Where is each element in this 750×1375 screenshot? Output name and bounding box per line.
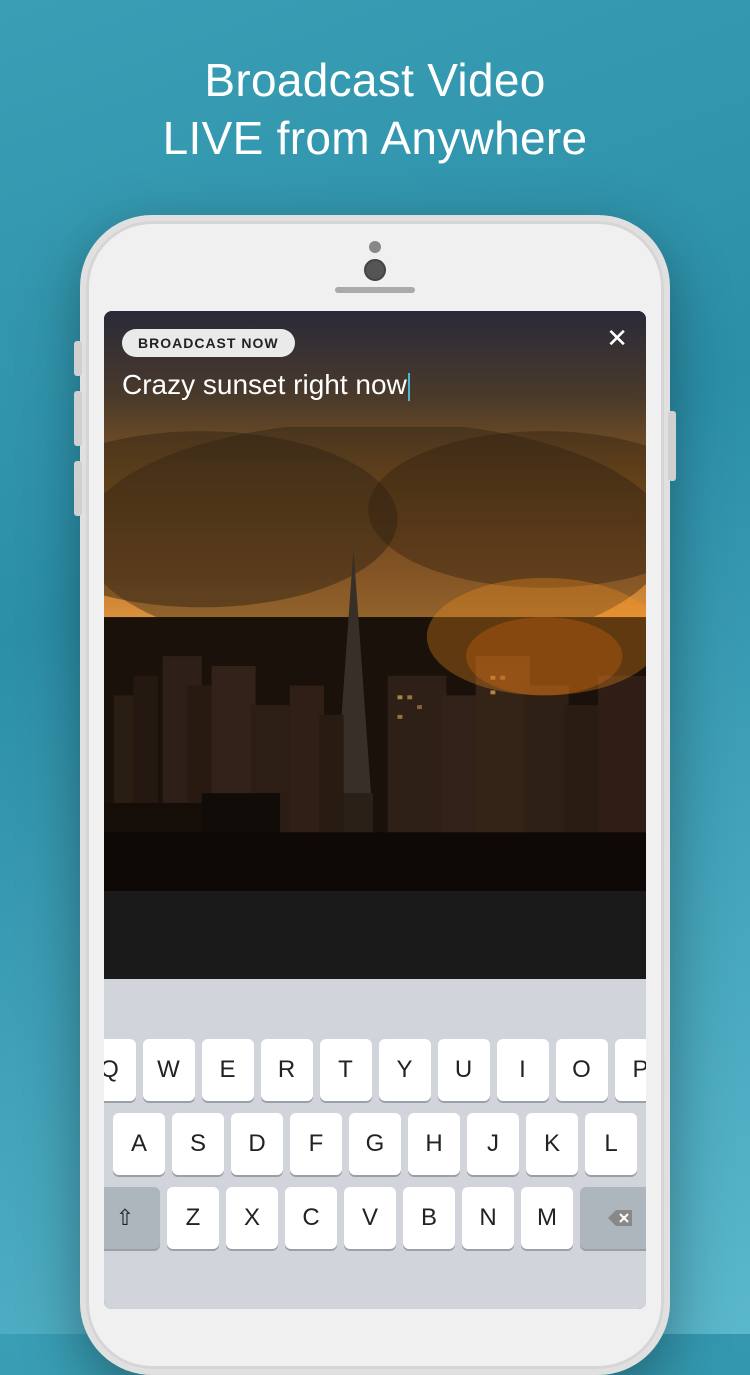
broadcast-badge: BROADCAST NOW <box>122 329 295 357</box>
key-c[interactable]: C <box>285 1187 337 1249</box>
close-icon: ✕ <box>606 323 628 353</box>
broadcast-title-text: Crazy sunset right now <box>122 369 407 400</box>
key-t[interactable]: T <box>320 1039 372 1101</box>
phone-wrap: BROADCAST NOW ✕ Crazy sunset right now <box>80 215 670 1375</box>
key-y[interactable]: Y <box>379 1039 431 1101</box>
volume-up-button[interactable] <box>74 391 82 446</box>
key-n[interactable]: N <box>462 1187 514 1249</box>
keyboard-row-3: ⇧ Z X C V B N M <box>104 1187 646 1249</box>
speaker-dot <box>369 241 381 253</box>
shift-key[interactable]: ⇧ <box>104 1187 160 1249</box>
key-p[interactable]: P <box>615 1039 647 1101</box>
phone-top-hardware <box>335 241 415 293</box>
key-d[interactable]: D <box>231 1113 283 1175</box>
key-g[interactable]: G <box>349 1113 401 1175</box>
key-l[interactable]: L <box>585 1113 637 1175</box>
headline-line2: LIVE from Anywhere <box>163 112 588 164</box>
key-w[interactable]: W <box>143 1039 195 1101</box>
delete-key[interactable] <box>580 1187 646 1249</box>
key-o[interactable]: O <box>556 1039 608 1101</box>
key-v[interactable]: V <box>344 1187 396 1249</box>
broadcast-badge-label: BROADCAST NOW <box>138 335 279 351</box>
broadcast-title[interactable]: Crazy sunset right now <box>122 369 628 401</box>
key-q[interactable]: Q <box>104 1039 136 1101</box>
key-s[interactable]: S <box>172 1113 224 1175</box>
phone-screen: BROADCAST NOW ✕ Crazy sunset right now <box>104 311 646 1309</box>
key-u[interactable]: U <box>438 1039 490 1101</box>
key-b[interactable]: B <box>403 1187 455 1249</box>
key-r[interactable]: R <box>261 1039 313 1101</box>
key-h[interactable]: H <box>408 1113 460 1175</box>
key-i[interactable]: I <box>497 1039 549 1101</box>
key-z[interactable]: Z <box>167 1187 219 1249</box>
key-x[interactable]: X <box>226 1187 278 1249</box>
headline-line1: Broadcast Video <box>204 54 545 106</box>
headline: Broadcast Video LIVE from Anywhere <box>163 52 588 167</box>
key-k[interactable]: K <box>526 1113 578 1175</box>
close-button[interactable]: ✕ <box>606 325 628 351</box>
key-m[interactable]: M <box>521 1187 573 1249</box>
power-button[interactable] <box>668 411 676 481</box>
text-cursor <box>408 373 410 401</box>
keyboard-row-1: Q W E R T Y U I O P <box>104 1039 646 1101</box>
keyboard-row-2: A S D F G H J K L <box>113 1113 637 1175</box>
key-a[interactable]: A <box>113 1113 165 1175</box>
camera <box>364 259 386 281</box>
keyboard-area: Q W E R T Y U I O P A S D F G <box>104 979 646 1309</box>
city-skyline <box>104 427 646 891</box>
volume-down-button[interactable] <box>74 461 82 516</box>
key-e[interactable]: E <box>202 1039 254 1101</box>
key-f[interactable]: F <box>290 1113 342 1175</box>
mute-button[interactable] <box>74 341 82 376</box>
key-j[interactable]: J <box>467 1113 519 1175</box>
phone-shell: BROADCAST NOW ✕ Crazy sunset right now <box>80 215 670 1375</box>
speaker-bar <box>335 287 415 293</box>
